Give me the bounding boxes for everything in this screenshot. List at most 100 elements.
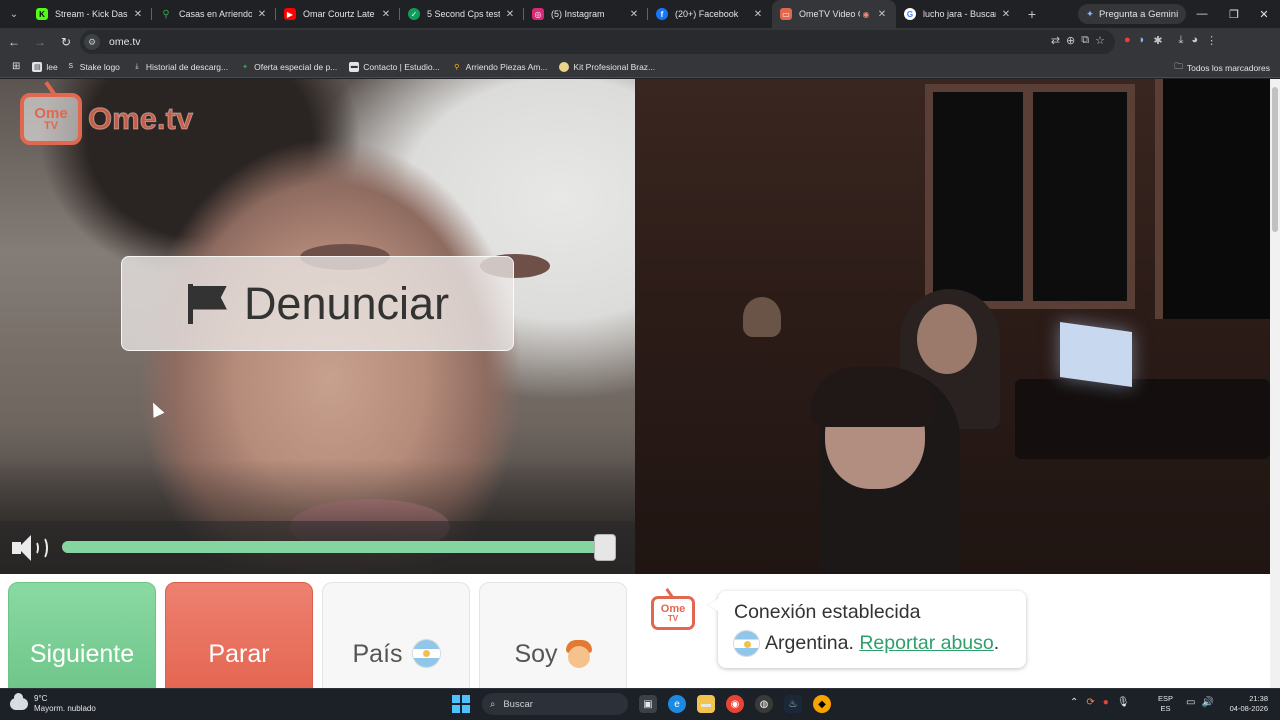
tab-cps[interactable]: ✓ 5 Second Cps test - c ✕ [400,0,524,28]
obs-icon[interactable]: ◍ [755,695,773,713]
sync-icon[interactable]: ⟳ [1086,697,1094,708]
gender-filter-button[interactable]: Soy [479,582,627,688]
translate-icon[interactable]: ⇄ [1051,34,1060,47]
bookmark-label: Historial de descarg... [145,61,229,72]
quick-settings[interactable]: ▭ 🔊 [1186,697,1214,708]
forward-button[interactable]: → [28,30,52,54]
record-extension-icon[interactable]: ● [1124,34,1131,47]
close-icon[interactable]: ✕ [132,9,144,20]
tab-ometv[interactable]: ▭ OmeTV Video Ch ◉ ✕ [772,0,896,28]
close-window-button[interactable]: ✕ [1248,0,1280,28]
audio-extension-icon[interactable]: ◗ [1139,34,1146,47]
profile-avatar-icon[interactable]: ◕ [1191,34,1198,47]
speaker-icon[interactable] [12,534,52,562]
tab-casas[interactable]: ⚲ Casas en Arriendo Pr ✕ [152,0,276,28]
bookmark-label: Kit Profesional Braz... [573,61,656,72]
search-placeholder: Buscar [503,698,533,710]
tab-kick[interactable]: K Stream - Kick Dashbo ✕ [28,0,152,28]
tab-search-icon[interactable]: ⌄ [0,0,28,28]
partner-video [635,79,1270,574]
address-bar[interactable]: ⚙ ome.tv ⇄ ⊕ ⧉ ☆ [80,30,1115,54]
tab-google[interactable]: G lucho jara - Buscar co ✕ [896,0,1020,28]
country-filter-button[interactable]: País [322,582,470,688]
page-scrollbar[interactable] [1270,79,1280,688]
chevron-up-icon[interactable]: ⌃ [1070,697,1078,708]
chat-panel: Ome TV Conexión establecida Argentina. R… [635,574,1280,688]
ometv-page: Ome TV Ome.tv Denunciar Siguiente Parar … [0,79,1280,688]
network-icon: ▭ [1186,697,1196,708]
start-button[interactable] [452,695,470,713]
chrome-icon[interactable]: ◉ [726,695,744,713]
country-label: País [352,640,403,668]
tab-title: (5) Instagram [551,9,605,19]
mouse-cursor [147,400,165,418]
kick-icon: K [36,8,48,20]
chat-logo-bottom: TV [667,613,679,623]
volume-slider-track[interactable] [62,541,616,553]
close-icon[interactable]: ✕ [504,9,516,20]
new-tab-button[interactable]: + [1020,6,1044,22]
url-text[interactable]: ome.tv [109,36,141,48]
language-indicator[interactable]: ESP ES [1158,694,1173,714]
lang-top: ESP [1158,694,1174,703]
close-icon[interactable]: ✕ [876,9,888,20]
bookmark-stake[interactable]: S Stake logo [66,62,120,72]
back-button[interactable]: ← [2,30,26,54]
edge-icon[interactable]: e [668,695,686,713]
all-bookmarks[interactable]: 🗀 Todos los marcadores [1174,61,1270,75]
close-icon[interactable]: ✕ [1000,9,1012,20]
star-icon[interactable]: ☆ [1095,34,1105,47]
install-app-icon[interactable]: ⧉ [1081,34,1089,47]
steam-icon[interactable]: ♨ [784,695,802,713]
kit-icon [559,61,570,72]
search-icon: ⌕ [490,698,496,710]
bookmark-downloads[interactable]: ⤓ Historial de descarg... [132,62,228,72]
weather-text: Mayorm. nublado [34,704,96,713]
minimize-button[interactable]: — [1186,0,1218,28]
task-view-icon[interactable]: ▣ [639,695,657,713]
download-icon[interactable]: ⤓ [1179,34,1184,47]
ometv-logo[interactable]: Ome TV Ome.tv [20,93,194,145]
argentina-flag-icon [734,631,759,657]
country-name: Argentina. [765,632,854,654]
bookmark-kit[interactable]: Kit Profesional Braz... [559,61,656,72]
mic-icon[interactable]: 🎙 [1117,697,1130,708]
zoom-icon[interactable]: ⊕ [1066,34,1075,47]
reload-button[interactable]: ↻ [54,30,78,54]
bookmark-offer[interactable]: ✦ Oferta especial de p... [240,62,337,72]
period-text: . [993,632,1000,654]
report-button[interactable]: Denunciar [121,256,514,351]
tab-facebook[interactable]: f (20+) Facebook ✕ [648,0,772,28]
gemini-button[interactable]: ✦ Pregunta a Gemini [1078,4,1187,24]
clock[interactable]: 21:38 04-08-2026 [1222,694,1268,714]
menu-icon[interactable]: ⋮ [1206,34,1217,47]
report-abuse-link[interactable]: Reportar abuso [859,632,993,654]
restore-button[interactable]: ❐ [1218,0,1250,28]
close-icon[interactable]: ✕ [256,9,268,20]
bookmark-arriendo[interactable]: ⚲ Arriendo Piezas Am... [452,62,547,72]
weather-widget[interactable]: 9°C Mayorm. nublado [10,693,96,714]
volume-slider-thumb[interactable] [593,534,616,561]
next-button[interactable]: Siguiente [8,582,156,688]
scrollbar-thumb[interactable] [1272,87,1278,232]
close-icon[interactable]: ✕ [380,9,392,20]
chat-logo-top: Ome [660,602,686,615]
bookmark-contact[interactable]: ▬ Contacto | Estudio... [349,61,440,72]
stop-button[interactable]: Parar [165,582,313,688]
bluestacks-icon[interactable]: ◆ [813,695,831,713]
bookmark-lee[interactable]: ▤ lee [32,61,58,72]
tab-youtube[interactable]: ▶ Omar Courtz Late ✕ [276,0,400,28]
apps-icon[interactable]: ⊞ [12,61,20,72]
offer-icon: ✦ [242,63,249,71]
extensions-icon[interactable]: ✱ [1153,34,1162,47]
close-icon[interactable]: ✕ [752,9,764,20]
leaf-icon: ✓ [408,8,420,20]
tab-instagram[interactable]: ◎ (5) Instagram ✕ [524,0,648,28]
tab-title: 5 Second Cps test - c [427,9,500,19]
taskbar-search[interactable]: ⌕ Buscar [482,693,628,715]
close-icon[interactable]: ✕ [628,9,640,20]
record-tray-icon[interactable]: ● [1103,697,1109,708]
site-info-icon[interactable]: ⚙ [84,34,100,50]
bookmark-label: Contacto | Estudio... [363,61,440,72]
file-explorer-icon[interactable]: ▬ [697,695,715,713]
